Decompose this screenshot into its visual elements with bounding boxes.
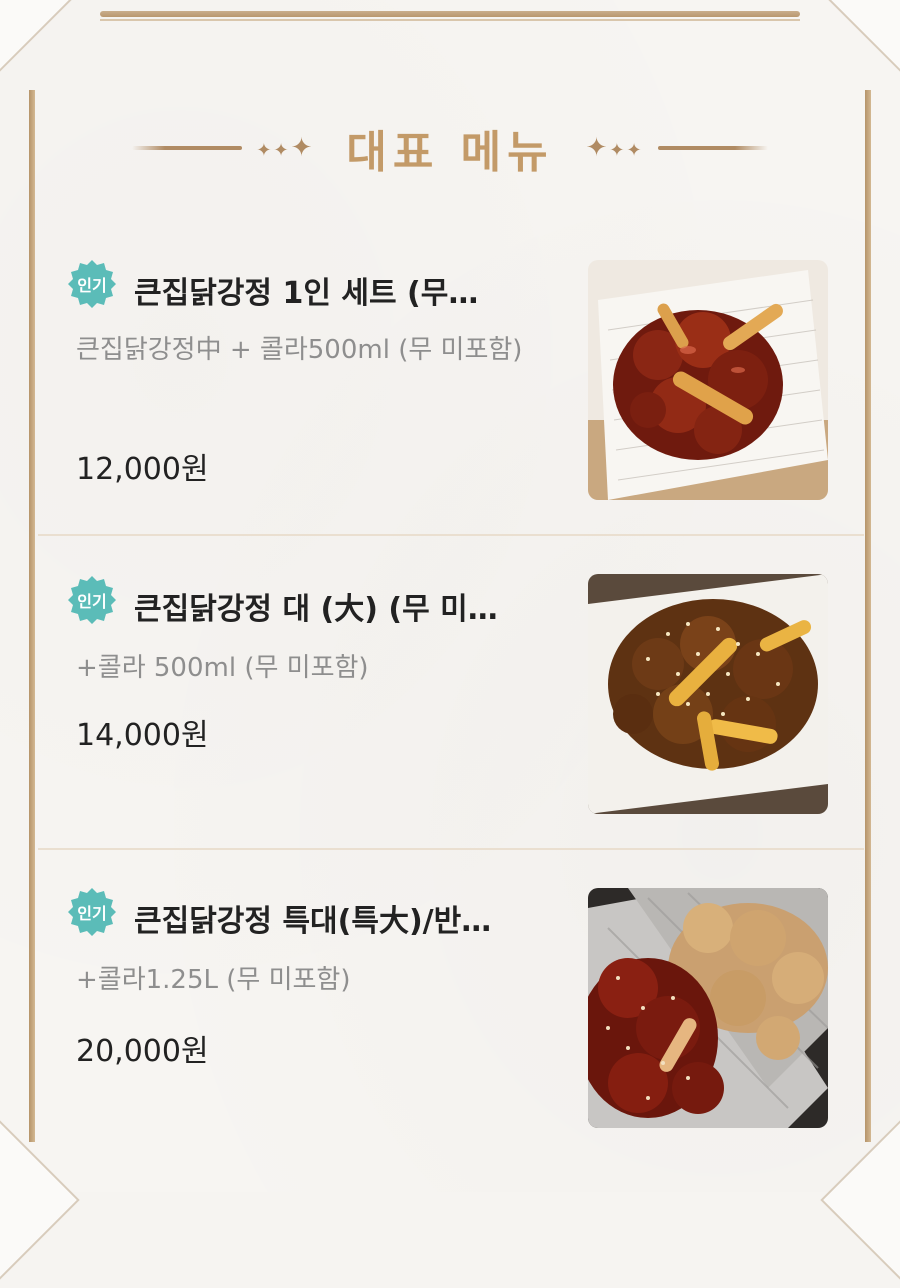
menu-item-description: +콜라1.25L (무 미포함) bbox=[76, 965, 351, 995]
popular-badge: 인기 bbox=[66, 258, 118, 310]
title-rule-left bbox=[132, 146, 243, 150]
menu-item-name: 큰집닭강정 특대(특大)/반… bbox=[134, 904, 492, 939]
frame-top-border bbox=[100, 11, 800, 21]
menu-item-price: 12,000원 bbox=[76, 452, 209, 487]
fried-chicken-half-half-photo bbox=[588, 888, 828, 1128]
sparkle-icon: ✦✦✦ bbox=[585, 133, 644, 163]
frame-right-border bbox=[865, 90, 871, 1142]
menu-item-price: 14,000원 bbox=[76, 718, 209, 753]
fried-chicken-sesame-photo bbox=[588, 574, 828, 814]
menu-item[interactable]: 인기 큰집닭강정 1인 세트 (무… 큰집닭강정中 + 콜라500ml (무 미… bbox=[38, 232, 864, 536]
popular-badge: 인기 bbox=[66, 574, 118, 626]
popular-badge: 인기 bbox=[66, 886, 118, 938]
menu-item[interactable]: 인기 큰집닭강정 특대(특大)/반… +콜라1.25L (무 미포함) 20,0… bbox=[38, 850, 864, 1150]
menu-item-price: 20,000원 bbox=[76, 1034, 209, 1069]
section-header: ✦✦✦ 대표 메뉴 ✦✦✦ bbox=[0, 118, 900, 178]
sparkle-icon: ✦✦✦ bbox=[256, 133, 315, 163]
frame-left-border bbox=[29, 90, 35, 1142]
menu-list: 인기 큰집닭강정 1인 세트 (무… 큰집닭강정中 + 콜라500ml (무 미… bbox=[38, 232, 864, 1150]
menu-item-description: +콜라 500ml (무 미포함) bbox=[76, 653, 369, 683]
menu-item-name: 큰집닭강정 1인 세트 (무… bbox=[134, 276, 479, 311]
section-title: 대표 메뉴 bbox=[346, 127, 554, 178]
menu-item[interactable]: 인기 큰집닭강정 대 (大) (무 미… +콜라 500ml (무 미포함) 1… bbox=[38, 536, 864, 850]
fried-chicken-red-sauce-photo bbox=[588, 260, 828, 500]
title-rule-right bbox=[657, 146, 768, 150]
menu-item-description: 큰집닭강정中 + 콜라500ml (무 미포함) bbox=[76, 335, 523, 365]
menu-item-name: 큰집닭강정 대 (大) (무 미… bbox=[134, 592, 498, 627]
